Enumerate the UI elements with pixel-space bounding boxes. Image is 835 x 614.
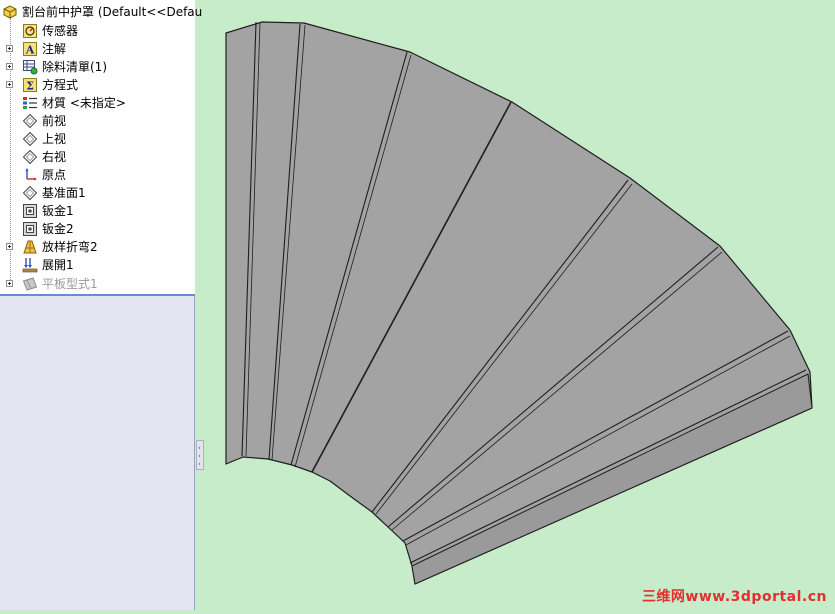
site-watermark: 三维网www.3dportal.cn [641, 589, 827, 605]
tree-item-label: 除料清單(1) [42, 60, 107, 74]
tree-item-origin[interactable]: 原点 [0, 166, 195, 184]
tree-item-annotations[interactable]: A 注解 [0, 40, 195, 58]
tree-panel-divider[interactable] [0, 294, 195, 296]
part-icon [3, 5, 17, 19]
tree-item-label: 上视 [42, 132, 67, 146]
tree-item-label: 传感器 [42, 24, 79, 38]
plane-icon [22, 149, 38, 165]
origin-icon [25, 168, 37, 181]
tree-item-front-plane[interactable]: 前视 [0, 112, 195, 130]
tree-item-top-plane[interactable]: 上视 [0, 130, 195, 148]
expand-icon[interactable] [6, 243, 13, 250]
expand-icon[interactable] [6, 280, 13, 287]
tree-root-part[interactable]: 割台前中护罩 (Default<<Defau [0, 3, 202, 21]
tree-item-label: 前视 [42, 114, 67, 128]
plane-icon [22, 185, 38, 201]
sheet-metal-icon [23, 222, 37, 236]
graphics-viewport[interactable] [197, 0, 835, 610]
tree-item-label: 钣金1 [42, 204, 74, 218]
tree-item-equations[interactable]: Σ 方程式 [0, 76, 195, 94]
svg-text:Σ: Σ [26, 80, 34, 93]
lofted-bend-icon [23, 240, 37, 254]
feature-tree-list: 割台前中护罩 (Default<<Defau 传感器 A 注解 除料清單(1) … [0, 0, 202, 295]
tree-item-plane1[interactable]: 基准面1 [0, 184, 195, 202]
tree-item-material[interactable]: 材質 <未指定> [0, 94, 195, 112]
tree-item-label: 材質 <未指定> [42, 96, 126, 110]
tree-item-label: 展開1 [42, 258, 74, 272]
flatten-icon [22, 258, 38, 273]
tree-item-cut-list[interactable]: 除料清單(1) [0, 58, 195, 76]
feature-manager-tree: 割台前中护罩 (Default<<Defau 传感器 A 注解 除料清單(1) … [0, 0, 202, 610]
tree-item-label: 钣金2 [42, 222, 74, 236]
tree-item-flatten1[interactable]: 展開1 [0, 256, 195, 274]
tree-item-label: 平板型式1 [42, 277, 98, 291]
sheet-metal-part-model[interactable] [197, 0, 835, 610]
tree-item-flat-pattern1[interactable]: 平板型式1 [0, 275, 195, 293]
plane-icon [22, 131, 38, 147]
tree-item-sensor[interactable]: 传感器 [0, 22, 195, 40]
sensor-icon [23, 24, 37, 38]
cut-list-icon [23, 60, 38, 75]
tree-item-label: 原点 [42, 168, 67, 182]
tree-item-label: 放样折弯2 [42, 240, 98, 254]
tree-item-label: 方程式 [42, 78, 79, 92]
material-icon [23, 97, 37, 109]
tree-item-lofted-bend2[interactable]: 放样折弯2 [0, 238, 195, 256]
sheet-metal-icon [23, 204, 37, 218]
expand-icon[interactable] [6, 81, 13, 88]
expand-icon[interactable] [6, 45, 13, 52]
svg-text:A: A [25, 44, 35, 57]
tree-item-label: 右视 [42, 150, 67, 164]
expand-icon[interactable] [6, 63, 13, 70]
tree-item-label: 基准面1 [42, 186, 86, 200]
tree-root-label: 割台前中护罩 (Default<<Defau [22, 5, 203, 19]
tree-item-sheet-metal1[interactable]: 钣金1 [0, 202, 195, 220]
tree-item-right-plane[interactable]: 右视 [0, 148, 195, 166]
annotation-icon: A [23, 42, 37, 57]
equation-icon: Σ [23, 78, 37, 93]
flat-pattern-icon [22, 277, 38, 291]
tree-item-label: 注解 [42, 42, 67, 56]
plane-icon [22, 113, 38, 129]
part-outline [225, 21, 813, 585]
tree-item-sheet-metal2[interactable]: 钣金2 [0, 220, 195, 238]
